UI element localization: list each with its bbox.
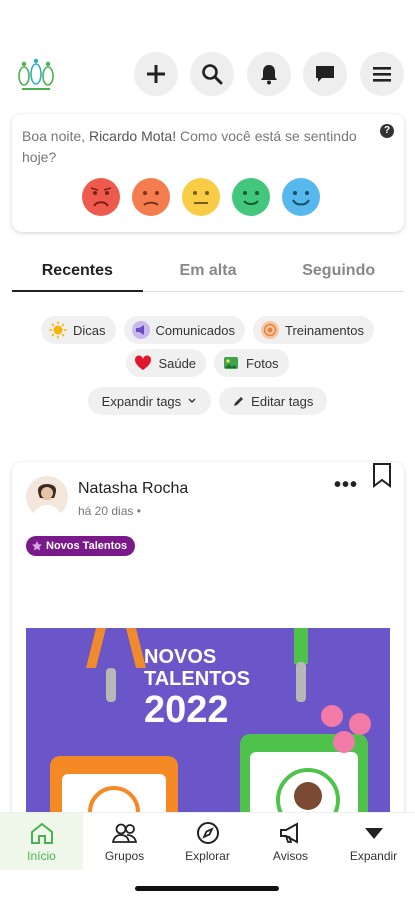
notifications-button[interactable]: [247, 52, 291, 96]
very-happy-face-button[interactable]: [282, 178, 320, 216]
nav-expandir[interactable]: Expandir: [332, 813, 415, 870]
tag-label: Comunicados: [155, 322, 236, 338]
nav-label: Explorar: [185, 849, 230, 863]
tab-recentes[interactable]: Recentes: [12, 254, 143, 292]
author-name[interactable]: Natasha Rocha: [78, 480, 188, 498]
happy-face-button[interactable]: [232, 178, 270, 216]
edit-tags-button[interactable]: Editar tags: [219, 387, 328, 415]
home-icon: [30, 822, 53, 844]
tag-label: Dicas: [72, 322, 106, 338]
heart-icon: [134, 354, 152, 372]
post-tag[interactable]: Novos Talentos: [26, 536, 136, 556]
tag-label: Treinamentos: [285, 322, 364, 338]
app-logo[interactable]: [16, 56, 56, 92]
tag-fotos[interactable]: Fotos: [214, 349, 289, 377]
nav-explorar[interactable]: Explorar: [166, 813, 249, 870]
add-button[interactable]: [134, 52, 178, 96]
compass-icon: [196, 822, 219, 844]
plus-icon: [147, 65, 165, 83]
feed-tabs: Recentes Em alta Seguindo: [12, 254, 405, 292]
hamburger-icon: [373, 67, 391, 82]
tag-label: Fotos: [246, 355, 279, 371]
search-icon: [202, 64, 223, 85]
groups-icon: [111, 823, 137, 843]
nav-label: Grupos: [104, 849, 145, 863]
messages-button[interactable]: [303, 52, 347, 96]
target-icon: [261, 321, 279, 339]
photo-icon: [222, 354, 240, 372]
nav-avisos[interactable]: Avisos: [249, 813, 332, 870]
tag-actions: Expandir tags Editar tags: [0, 387, 415, 415]
post-tag-label: Novos Talentos: [46, 540, 128, 552]
tag-dicas[interactable]: Dicas: [40, 316, 116, 344]
triangle-down-icon: [364, 828, 383, 839]
post-card[interactable]: Natasha Rocha há 20 dias • ••• Novos Tal…: [12, 462, 404, 822]
very-sad-face-button[interactable]: [82, 178, 120, 216]
post-time: há 20 dias •: [78, 504, 141, 518]
banner-title: NOVOS TALENTOS 2022: [144, 646, 250, 730]
mood-question: Boa noite, Ricardo Mota! Como você está …: [22, 126, 362, 168]
mood-faces: [82, 178, 320, 216]
edit-tags-label: Editar tags: [251, 393, 314, 409]
user-name: Ricardo Mota!: [88, 128, 177, 144]
search-button[interactable]: [190, 52, 234, 96]
megaphone-icon: [279, 822, 298, 844]
neutral-face-button[interactable]: [182, 178, 220, 216]
tag-row-2: Saúde Fotos: [0, 349, 415, 377]
pencil-icon: [234, 397, 244, 406]
sun-icon: [49, 321, 67, 339]
expand-tags-button[interactable]: Expandir tags: [87, 387, 212, 415]
author-avatar[interactable]: [26, 476, 68, 518]
tag-saude[interactable]: Saúde: [126, 349, 207, 377]
more-options-button[interactable]: •••: [334, 474, 358, 497]
bottom-navigation: Início Grupos Explorar Avisos Expandir: [0, 812, 415, 870]
tag-treinamentos[interactable]: Treinamentos: [253, 316, 374, 344]
post-image[interactable]: NOVOS TALENTOS 2022: [26, 628, 390, 822]
nav-grupos[interactable]: Grupos: [83, 813, 166, 870]
home-indicator: [135, 886, 279, 891]
tag-label: Saúde: [158, 355, 197, 371]
greeting-prefix: Boa noite,: [22, 128, 86, 144]
tag-comunicados[interactable]: Comunicados: [123, 316, 245, 344]
banner-line-1: NOVOS: [144, 646, 217, 668]
expand-tags-label: Expandir tags: [101, 393, 182, 409]
nav-label: Avisos: [272, 849, 309, 863]
banner-year: 2022: [144, 689, 229, 731]
help-icon[interactable]: ?: [380, 124, 394, 138]
banner-line-2: TALENTOS: [144, 668, 250, 690]
tag-row-1: Dicas Comunicados Treinamentos: [0, 316, 415, 344]
menu-button[interactable]: [360, 52, 404, 96]
nav-label: Expandir: [349, 849, 398, 863]
star-icon: [32, 541, 42, 551]
bookmark-icon[interactable]: [372, 462, 392, 493]
bell-icon: [261, 65, 277, 85]
chat-icon: [316, 66, 334, 82]
tab-seguindo[interactable]: Seguindo: [273, 254, 405, 292]
tab-em-alta[interactable]: Em alta: [142, 254, 274, 292]
mood-card: Boa noite, Ricardo Mota! Como você está …: [12, 114, 404, 232]
megaphone-icon: [131, 321, 150, 339]
app-header: [0, 50, 415, 98]
nav-label: Início: [27, 849, 56, 863]
chevron-down-icon: [188, 398, 196, 403]
nav-inicio[interactable]: Início: [0, 813, 83, 870]
sad-face-button[interactable]: [132, 178, 170, 216]
